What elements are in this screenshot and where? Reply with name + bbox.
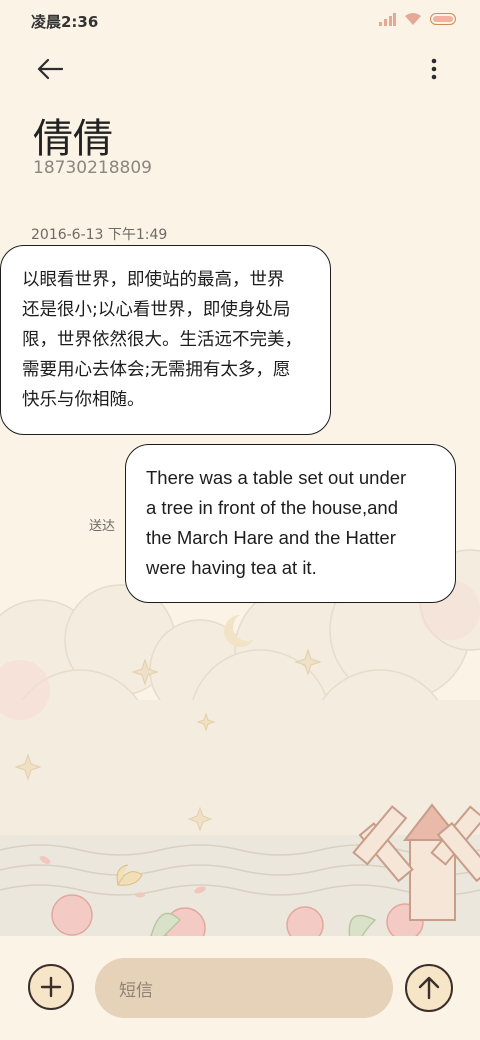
more-options-button[interactable]	[422, 52, 446, 86]
sms-input-placeholder: 短信	[119, 980, 153, 1001]
back-button[interactable]	[30, 52, 70, 86]
delivery-status: 送达	[89, 519, 116, 534]
message-line: 限，世界依然很大。生活远不完美，	[22, 330, 302, 350]
message-line: a tree in front of the house,and	[146, 497, 398, 518]
message-line: There was a table set out under	[146, 467, 407, 488]
wifi-icon	[405, 13, 421, 25]
message-line: 以眼看世界，即使站的最高，世界	[22, 270, 285, 290]
add-attachment-button[interactable]	[28, 964, 74, 1010]
status-time: 凌晨2:36	[31, 13, 99, 31]
more-vertical-icon	[431, 58, 437, 80]
contact-number: 18730218809	[33, 158, 152, 178]
message-timestamp: 2016-6-13 下午1:49	[31, 227, 168, 243]
sms-input[interactable]: 短信	[95, 958, 393, 1018]
status-icons	[378, 12, 456, 26]
send-button[interactable]	[405, 964, 453, 1012]
message-line: the March Hare and the Hatter	[146, 527, 396, 548]
incoming-message-bubble[interactable]: 以眼看世界，即使站的最高，世界 还是很小;以心看世界，即使身处局 限，世界依然很…	[0, 245, 331, 435]
arrow-up-icon	[418, 976, 440, 1000]
status-bar: 凌晨2:36	[0, 0, 480, 42]
battery-icon	[430, 13, 456, 25]
message-line: 快乐与你相随。	[22, 390, 145, 410]
outgoing-message-bubble[interactable]: There was a table set out under a tree i…	[125, 444, 456, 603]
message-line: were having tea at it.	[146, 557, 317, 578]
plus-icon	[40, 976, 62, 998]
contact-name: 倩倩	[33, 116, 113, 162]
message-line: 需要用心去体会;无需拥有太多，愿	[22, 360, 291, 380]
signal-icon	[379, 13, 396, 26]
arrow-left-icon	[37, 58, 63, 80]
message-line: 还是很小;以心看世界，即使身处局	[22, 300, 291, 320]
